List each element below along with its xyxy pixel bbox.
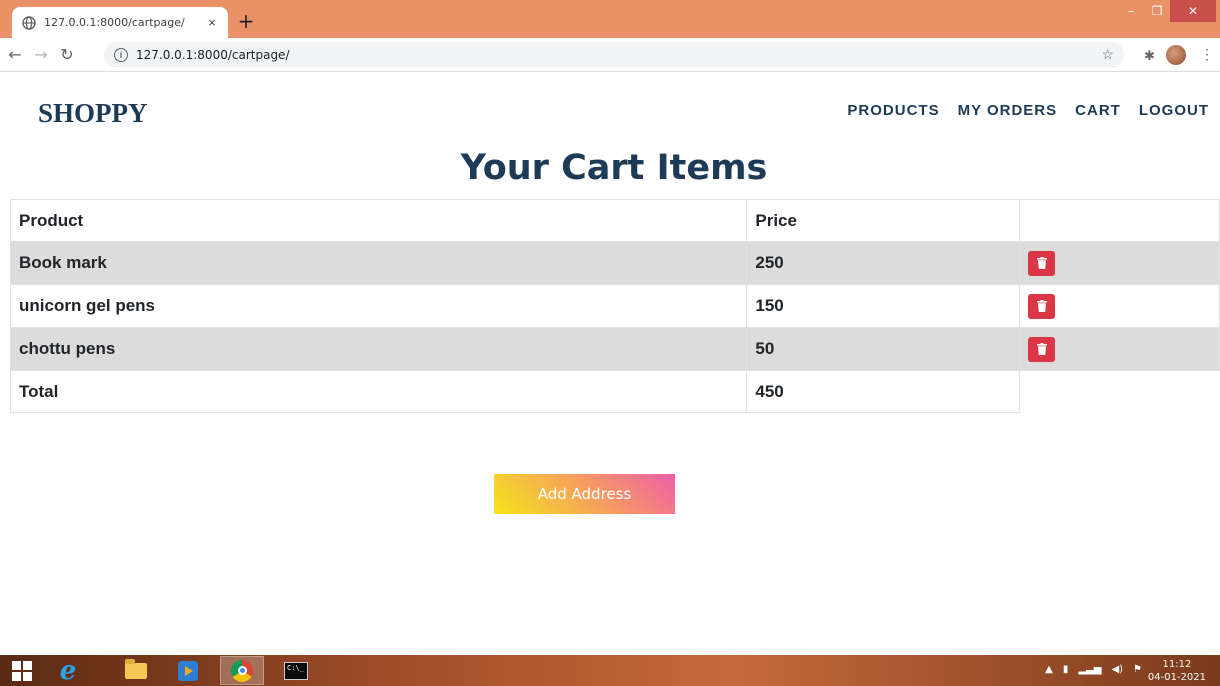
cart-table: Product Price Book mark 250 unicorn gel … [9, 199, 1220, 413]
action-cell [1019, 284, 1220, 328]
browser-titlebar: 127.0.0.1:8000/cartpage/ × + – ❐ ✕ [0, 0, 1220, 38]
tab-title: 127.0.0.1:8000/cartpage/ [44, 16, 185, 29]
taskbar-chrome[interactable] [220, 656, 264, 685]
trash-icon [1036, 257, 1047, 269]
globe-icon [22, 15, 36, 30]
chrome-icon [231, 659, 253, 682]
taskbar-internet-explorer[interactable]: e [46, 656, 90, 685]
total-empty-cell [1019, 370, 1220, 413]
action-cell [1019, 241, 1220, 285]
new-tab-button[interactable]: + [236, 11, 256, 31]
start-button[interactable] [0, 656, 44, 685]
media-player-icon [178, 660, 198, 681]
column-header-price: Price [746, 199, 1021, 242]
bookmark-star-icon[interactable]: ☆ [1101, 46, 1114, 63]
flag-icon[interactable]: ⚑ [1133, 664, 1142, 675]
address-bar[interactable]: i 127.0.0.1:8000/cartpage/ ☆ [104, 42, 1124, 68]
internet-explorer-icon: e [59, 655, 77, 686]
price-cell: 50 [746, 327, 1021, 371]
trash-icon [1036, 300, 1047, 312]
table-row: chottu pens 50 [9, 327, 1220, 371]
system-tray: ▲ ▮ ▂▃▅ ◀) ⚑ [1045, 664, 1142, 675]
total-label: Total [9, 370, 748, 413]
reload-icon[interactable]: ↻ [56, 44, 78, 66]
nav-products[interactable]: PRODUCTS [847, 102, 939, 119]
taskbar-command-prompt[interactable]: C:\_ [274, 656, 318, 685]
start-icon [12, 660, 32, 681]
forward-arrow-icon[interactable]: → [30, 44, 52, 66]
price-cell: 150 [746, 284, 1021, 328]
url-text: 127.0.0.1:8000/cartpage/ [136, 48, 290, 62]
browser-tab[interactable]: 127.0.0.1:8000/cartpage/ × [12, 7, 228, 38]
network-icon[interactable]: ▮ [1063, 664, 1069, 675]
trash-icon [1036, 343, 1047, 355]
nav-cart[interactable]: CART [1075, 102, 1121, 119]
product-cell: Book mark [9, 241, 748, 285]
total-row: Total 450 [9, 370, 1220, 413]
file-explorer-icon [125, 658, 147, 679]
table-row: unicorn gel pens 150 [9, 284, 1220, 328]
info-icon[interactable]: i [114, 48, 128, 62]
table-row: Book mark 250 [9, 241, 1220, 285]
product-cell: chottu pens [9, 327, 748, 371]
clock-time: 11:12 [1162, 659, 1192, 670]
taskbar-clock[interactable]: 11:12 04-01-2021 [1148, 658, 1206, 684]
browser-menu-icon[interactable]: ⋮ [1200, 46, 1214, 64]
table-header-row: Product Price [9, 199, 1220, 242]
clock-date: 04-01-2021 [1147, 672, 1206, 683]
browser-toolbar: ← → ↻ i 127.0.0.1:8000/cartpage/ ☆ ✱ ⋮ [0, 38, 1220, 72]
close-window-button[interactable]: ✕ [1170, 0, 1216, 22]
product-cell: unicorn gel pens [9, 284, 748, 328]
add-address-button[interactable]: Add Address [494, 474, 675, 514]
windows-taskbar: e C:\_ ▲ ▮ ▂▃▅ ◀) ⚑ 11:12 04-01-2021 [0, 655, 1220, 686]
action-cell [1019, 327, 1220, 371]
total-value: 450 [746, 370, 1021, 413]
back-arrow-icon[interactable]: ← [4, 44, 26, 66]
signal-icon[interactable]: ▂▃▅ [1078, 664, 1101, 675]
column-header-actions [1019, 199, 1220, 242]
window-controls: – ❐ ✕ [1118, 0, 1216, 24]
page-title: Your Cart Items [460, 148, 768, 188]
volume-icon[interactable]: ◀) [1111, 664, 1123, 675]
taskbar-file-explorer[interactable] [114, 656, 158, 685]
profile-avatar[interactable] [1166, 45, 1186, 65]
delete-item-button[interactable] [1028, 250, 1056, 276]
minimize-button[interactable]: – [1118, 0, 1144, 22]
taskbar-media-player[interactable] [166, 656, 210, 685]
price-cell: 250 [746, 241, 1021, 285]
nav-my-orders[interactable]: MY ORDERS [958, 102, 1058, 119]
tab-close-icon[interactable]: × [204, 15, 220, 31]
show-hidden-icons-icon[interactable]: ▲ [1045, 664, 1053, 675]
column-header-product: Product [9, 199, 748, 242]
site-brand[interactable]: SHOPPY [38, 98, 148, 129]
delete-item-button[interactable] [1028, 293, 1056, 319]
restore-button[interactable]: ❐ [1144, 0, 1170, 22]
extensions-puzzle-icon[interactable]: ✱ [1144, 48, 1158, 63]
nav-logout[interactable]: LOGOUT [1139, 102, 1209, 119]
command-prompt-icon: C:\_ [284, 661, 308, 680]
screen: 127.0.0.1:8000/cartpage/ × + – ❐ ✕ ← → ↻… [0, 0, 1220, 686]
delete-item-button[interactable] [1028, 336, 1056, 362]
site-nav: PRODUCTS MY ORDERS CART LOGOUT [847, 102, 1209, 119]
